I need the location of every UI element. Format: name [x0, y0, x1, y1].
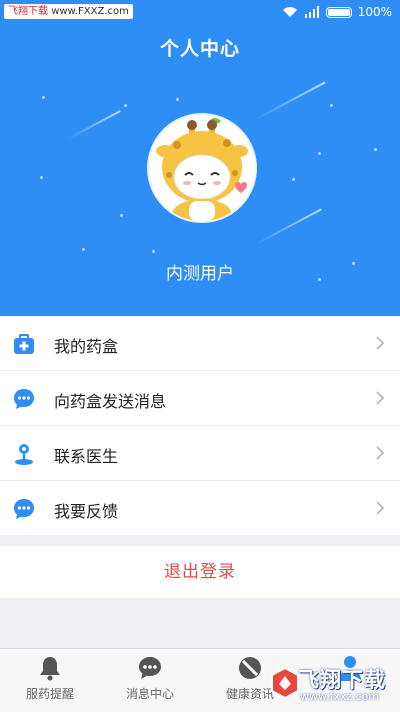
wifi-icon — [282, 7, 297, 17]
decor-streak — [253, 208, 323, 246]
signal-icon — [304, 6, 319, 18]
watermark-badge: 飞翔下载 www.FXXZ.com — [4, 4, 133, 19]
chat-bubble-icon — [14, 499, 34, 519]
decor-star — [82, 248, 85, 251]
decor-streak — [67, 110, 121, 140]
profile-header: 飞翔下载 www.FXXZ.com 100% 个人中心 内测用户 — [0, 0, 400, 316]
tab-message-center[interactable]: 消息中心 — [100, 649, 200, 712]
status-indicators: 100% — [282, 4, 392, 20]
message-icon — [139, 657, 161, 679]
menu-item-label: 向药盒发送消息 — [54, 392, 167, 411]
menu-item-feedback[interactable]: 我要反馈 — [0, 481, 400, 535]
decor-star — [330, 104, 333, 107]
chat-bubble-icon — [14, 389, 34, 409]
decor-star — [176, 98, 179, 101]
watermark-overlay: 飞翔下载 www.fxxz.com — [270, 662, 396, 708]
doctor-icon — [15, 444, 33, 465]
decor-star — [318, 152, 321, 155]
profile-menu: 我的药盒 向药盒发送消息 联系医生 我要反馈 — [0, 316, 400, 535]
page-title: 个人中心 — [159, 38, 240, 60]
decor-star — [374, 148, 377, 151]
news-icon — [239, 657, 261, 679]
chevron-right-icon — [376, 446, 385, 460]
chevron-right-icon — [376, 501, 385, 515]
decor-streak — [254, 81, 326, 121]
avatar[interactable] — [147, 113, 257, 223]
tab-label: 服药提醒 — [25, 687, 74, 701]
menu-item-medicine-box[interactable]: 我的药盒 — [0, 316, 400, 371]
chevron-right-icon — [376, 336, 385, 350]
decor-star — [152, 250, 155, 253]
decor-star — [124, 104, 127, 107]
logout-button[interactable]: 退出登录 — [0, 546, 400, 598]
tab-label: 消息中心 — [125, 687, 174, 701]
medicine-box-icon — [14, 334, 34, 354]
decor-star — [292, 178, 295, 181]
watermark-url-text: www.fxxz.com — [300, 690, 380, 703]
menu-item-label: 我的药盒 — [54, 337, 119, 356]
battery-percentage: 100% — [357, 5, 392, 19]
menu-item-contact-doctor[interactable]: 联系医生 — [0, 426, 400, 481]
menu-item-label: 联系医生 — [54, 447, 119, 466]
watermark-logo-icon — [271, 666, 299, 700]
giraffe-cat-avatar-icon — [149, 115, 255, 221]
decor-star — [40, 176, 43, 179]
watermark-url: www.FXXZ.com — [51, 6, 129, 17]
decor-star — [42, 96, 45, 99]
chevron-right-icon — [376, 391, 385, 405]
decor-star — [120, 214, 123, 217]
menu-item-label: 我要反馈 — [54, 502, 119, 521]
status-bar: 飞翔下载 www.FXXZ.com 100% — [0, 0, 400, 24]
bell-icon — [40, 657, 60, 681]
battery-icon — [325, 6, 352, 18]
tab-medication-reminder[interactable]: 服药提醒 — [0, 649, 100, 712]
menu-item-send-message[interactable]: 向药盒发送消息 — [0, 371, 400, 426]
watermark-brand: 飞翔下载 — [8, 6, 48, 17]
username: 内测用户 — [166, 264, 234, 284]
